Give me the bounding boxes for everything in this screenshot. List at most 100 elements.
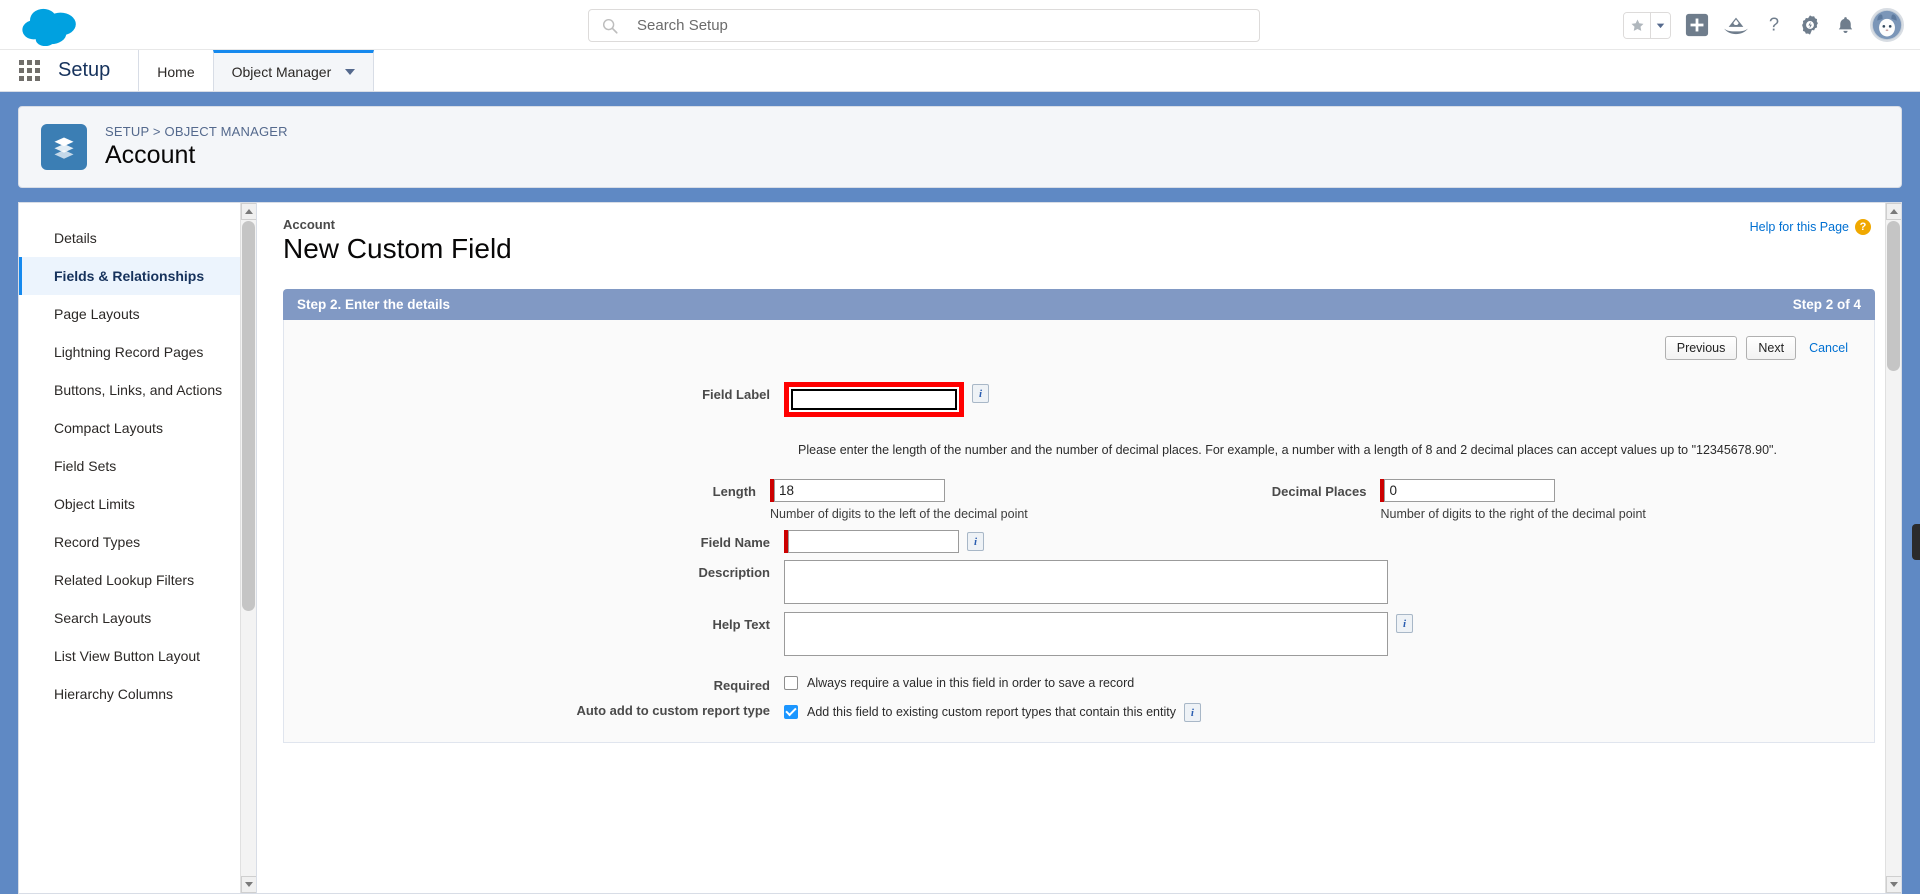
- help-icon[interactable]: ?: [1763, 14, 1785, 36]
- tab-home[interactable]: Home: [139, 50, 212, 91]
- scroll-down-icon[interactable]: [241, 876, 256, 893]
- decimal-places-input[interactable]: [1384, 479, 1556, 502]
- main-scroll-thumb[interactable]: [1887, 221, 1900, 371]
- search-input[interactable]: [635, 16, 1247, 35]
- description-caption: Description: [698, 565, 770, 580]
- help-text-info-icon[interactable]: i: [1396, 614, 1413, 633]
- setup-gear-icon[interactable]: [1799, 14, 1821, 36]
- sidebar-item-label: Page Layouts: [54, 306, 140, 322]
- setup-nav-bar: Setup Home Object Manager: [0, 50, 1920, 92]
- length-caption: Length: [712, 484, 756, 499]
- global-header: ?: [0, 0, 1920, 50]
- object-layers-icon: [41, 124, 87, 170]
- field-label-input[interactable]: [791, 389, 957, 410]
- decimal-places-hint: Number of digits to the right of the dec…: [1380, 507, 1646, 521]
- sidebar-item-list-view-button-layout[interactable]: List View Button Layout: [19, 637, 256, 675]
- field-name-input[interactable]: [788, 530, 959, 553]
- main-scrollbar[interactable]: [1885, 203, 1901, 893]
- sidebar-item-label: List View Button Layout: [54, 648, 201, 664]
- auto-add-report-type-checkbox[interactable]: [784, 704, 798, 719]
- sidebar-item-page-layouts[interactable]: Page Layouts: [19, 295, 256, 333]
- field-label-info-icon[interactable]: i: [972, 384, 989, 403]
- main-content-panel: Account New Custom Field Help for this P…: [256, 202, 1902, 894]
- step-header-right: Step 2 of 4: [1792, 297, 1861, 312]
- sidebar-item-object-limits[interactable]: Object Limits: [19, 485, 256, 523]
- sidebar-item-label: Fields & Relationships: [54, 268, 205, 284]
- required-checkbox-label: Always require a value in this field in …: [807, 676, 1135, 690]
- breadcrumb-setup[interactable]: SETUP: [105, 124, 149, 139]
- breadcrumb: SETUP > OBJECT MANAGER: [105, 124, 288, 139]
- sidebar-scrollbar[interactable]: [240, 203, 256, 893]
- sidebar-item-compact-layouts[interactable]: Compact Layouts: [19, 409, 256, 447]
- required-caption: Required: [713, 678, 770, 693]
- sidebar-item-details[interactable]: Details: [19, 219, 256, 257]
- chevron-down-icon[interactable]: [345, 69, 356, 75]
- step-header-left: Step 2. Enter the details: [297, 297, 451, 312]
- sidebar-item-record-types[interactable]: Record Types: [19, 523, 256, 561]
- tab-object-manager[interactable]: Object Manager: [212, 50, 375, 91]
- field-name-caption: Field Name: [700, 535, 770, 550]
- wizard-button-row-top: Previous Next Cancel: [284, 330, 1874, 360]
- setup-title: Setup: [58, 50, 140, 91]
- sidebar-item-lightning-record-pages[interactable]: Lightning Record Pages: [19, 333, 256, 371]
- user-avatar[interactable]: [1870, 8, 1904, 42]
- favorites-star-icon[interactable]: [1624, 12, 1650, 38]
- sidebar-item-label: Compact Layouts: [54, 420, 163, 436]
- length-input[interactable]: [774, 479, 945, 502]
- field-name-row: Field Name i: [284, 530, 1874, 553]
- global-search[interactable]: [588, 9, 1260, 42]
- help-text-row: Help Text i: [284, 612, 1874, 656]
- help-badge-icon: ?: [1855, 219, 1871, 235]
- form-body: Previous Next Cancel Field Label i Pleas…: [283, 320, 1875, 743]
- global-actions-icon[interactable]: [1685, 13, 1709, 37]
- salesforce-cloud-logo[interactable]: [20, 5, 82, 47]
- field-label-row: Field Label i: [284, 382, 1874, 417]
- edge-panel-handle[interactable]: [1912, 524, 1920, 560]
- number-helper-text: Please enter the length of the number an…: [798, 443, 1777, 457]
- description-row: Description: [284, 560, 1874, 604]
- description-textarea[interactable]: [784, 560, 1388, 604]
- sidebar-item-buttons-links-actions[interactable]: Buttons, Links, and Actions: [19, 371, 256, 409]
- help-for-this-page-link[interactable]: Help for this Page ?: [1750, 219, 1871, 235]
- notifications-bell-icon[interactable]: [1835, 15, 1856, 36]
- scroll-up-icon[interactable]: [241, 203, 256, 220]
- breadcrumb-object-manager[interactable]: OBJECT MANAGER: [165, 124, 288, 139]
- help-text-textarea[interactable]: [784, 612, 1388, 656]
- help-text-caption: Help Text: [712, 617, 770, 632]
- form-title: New Custom Field: [283, 233, 512, 264]
- sidebar-item-search-layouts[interactable]: Search Layouts: [19, 599, 256, 637]
- sidebar-item-field-sets[interactable]: Field Sets: [19, 447, 256, 485]
- work-area: Details Fields & Relationships Page Layo…: [18, 202, 1902, 894]
- auto-add-report-type-info-icon[interactable]: i: [1183, 703, 1201, 722]
- sidebar-item-hierarchy-columns[interactable]: Hierarchy Columns: [19, 675, 256, 713]
- sidebar-scroll-thumb[interactable]: [242, 221, 255, 611]
- auto-add-report-type-label: Add this field to existing custom report…: [807, 704, 1176, 719]
- svg-text:?: ?: [1769, 14, 1779, 35]
- previous-button[interactable]: Previous: [1664, 336, 1738, 360]
- tab-object-manager-label: Object Manager: [231, 64, 332, 80]
- auto-add-report-type-row: Auto add to custom report type Add this …: [284, 701, 1874, 722]
- length-decimal-row: Length Number of digits to the left of t…: [284, 479, 1874, 521]
- page-background-band: SETUP > OBJECT MANAGER Account Details F…: [0, 92, 1920, 894]
- sidebar-item-label: Record Types: [54, 534, 141, 550]
- app-launcher-waffle-icon[interactable]: [0, 50, 58, 91]
- sidebar-item-related-lookup-filters[interactable]: Related Lookup Filters: [19, 561, 256, 599]
- sidebar-item-fields-relationships[interactable]: Fields & Relationships: [19, 257, 256, 295]
- sidebar-item-label: Lightning Record Pages: [54, 344, 204, 360]
- favorites-control[interactable]: [1623, 11, 1671, 39]
- field-label-caption: Field Label: [702, 387, 770, 402]
- trailhead-icon[interactable]: [1723, 14, 1749, 36]
- decimal-places-caption: Decimal Places: [1271, 484, 1367, 499]
- favorites-dropdown-icon[interactable]: [1650, 12, 1670, 38]
- field-name-info-icon[interactable]: i: [967, 532, 984, 551]
- cancel-link[interactable]: Cancel: [1805, 341, 1852, 355]
- sidebar-item-label: Details: [54, 230, 97, 246]
- sidebar-item-label: Object Limits: [54, 496, 135, 512]
- main-scroll-down-icon[interactable]: [1886, 876, 1901, 893]
- next-button[interactable]: Next: [1746, 336, 1797, 360]
- required-row: Required Always require a value in this …: [284, 676, 1874, 693]
- main-scroll-up-icon[interactable]: [1886, 203, 1901, 220]
- required-checkbox[interactable]: [784, 676, 798, 690]
- step-header: Step 2. Enter the details Step 2 of 4: [283, 289, 1875, 320]
- record-header-card: SETUP > OBJECT MANAGER Account: [18, 106, 1902, 188]
